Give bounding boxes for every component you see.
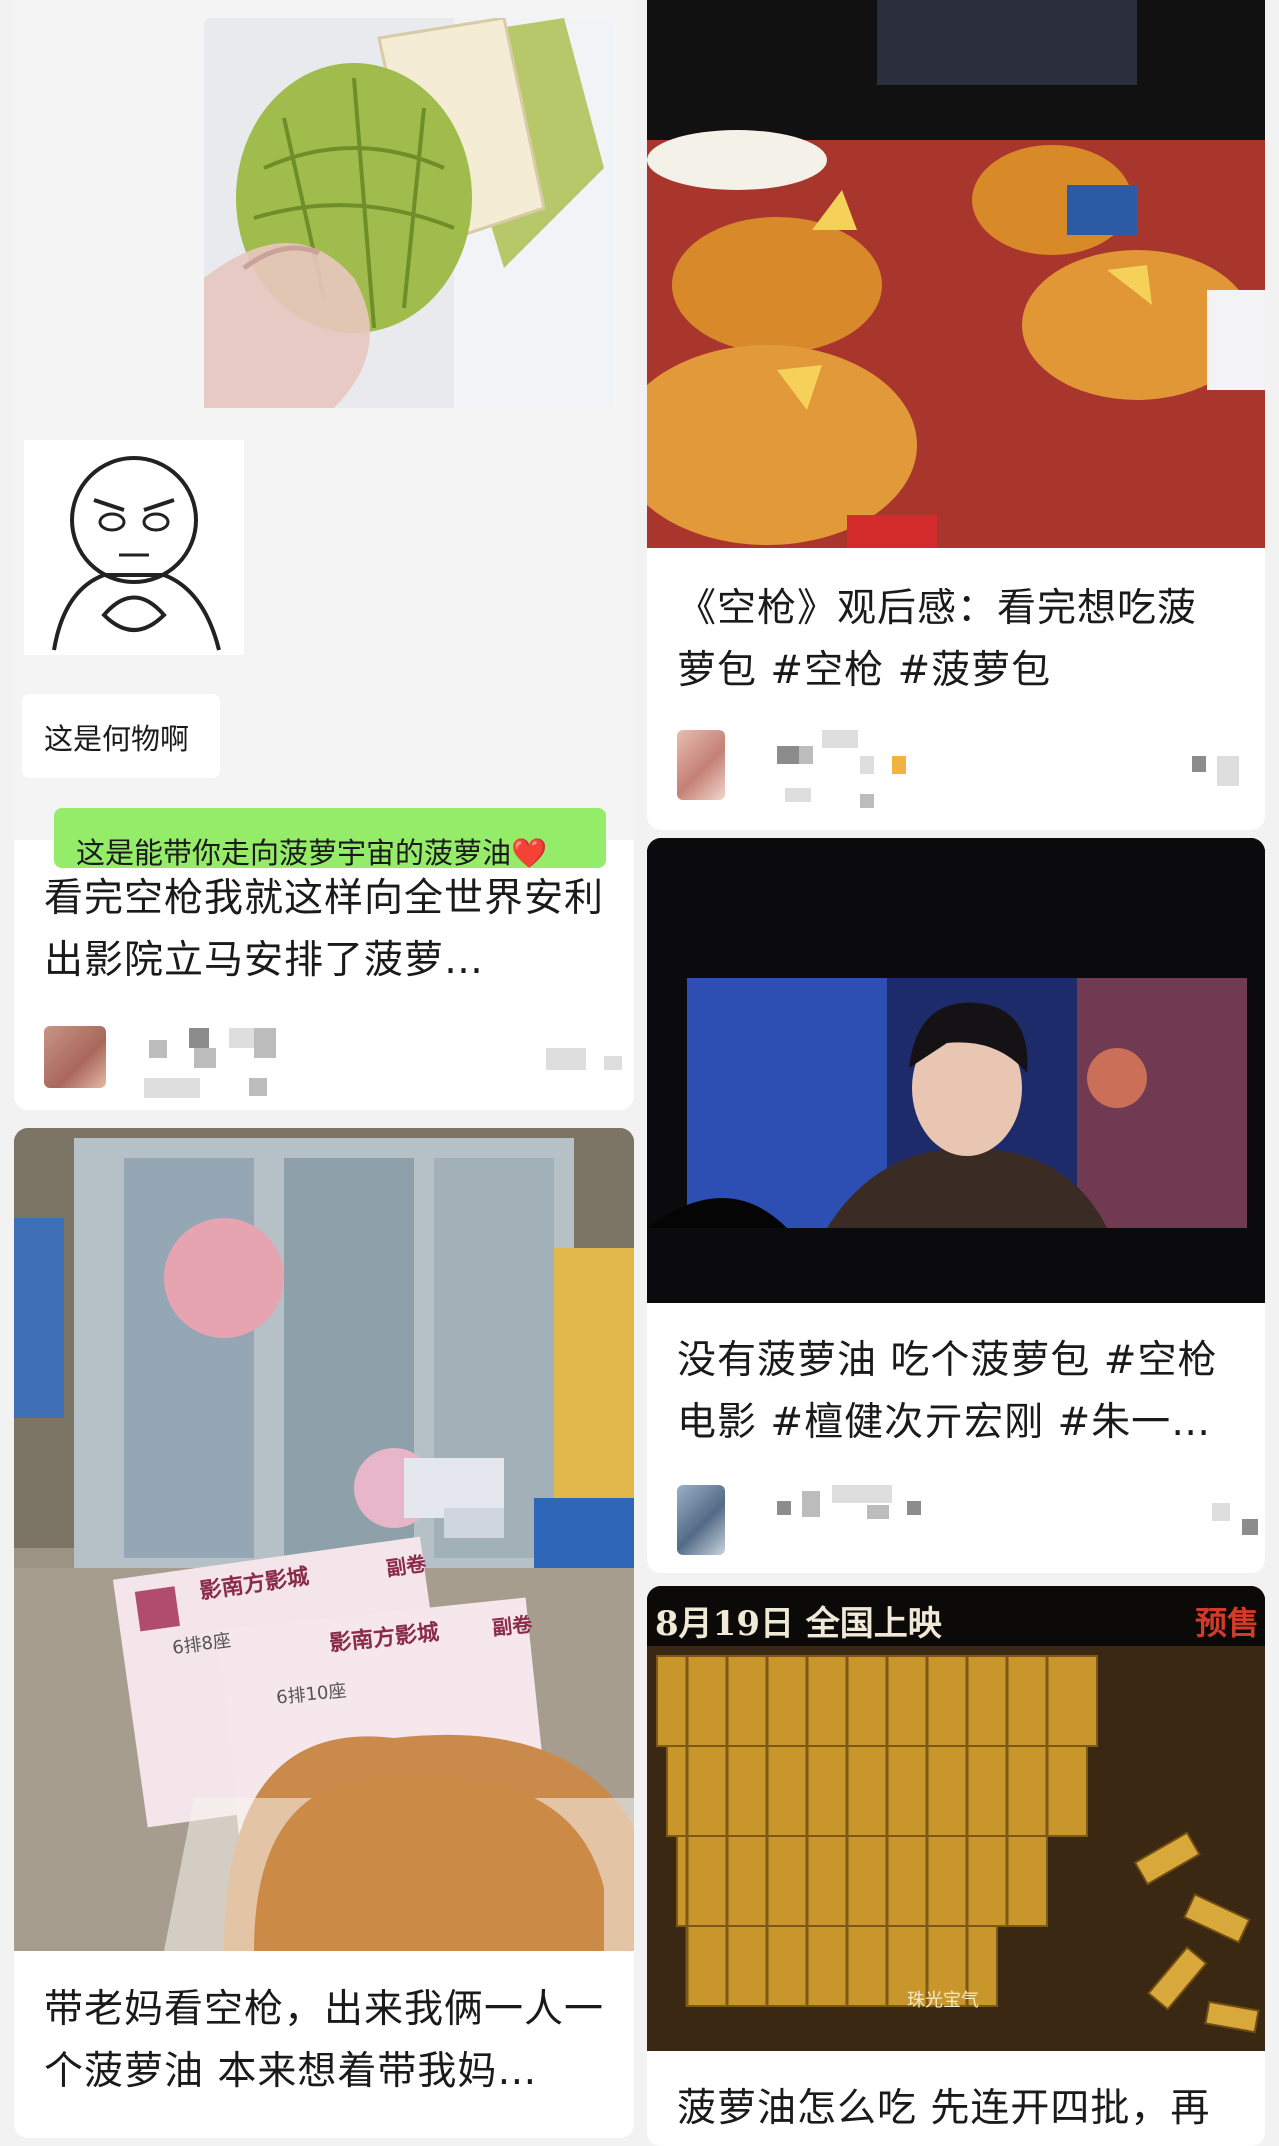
cinema-photo [14,1128,634,1951]
card-cover-image [647,838,1265,1303]
feed-card-3[interactable]: 影南方影城 副卷 6排8座 影南方影城 副卷 6排10座 带老妈看空枪，出来我俩… [14,1128,634,2138]
card-meta-blurred [677,1483,1258,1573]
card-cover-image: 影南方影城 副卷 6排8座 影南方影城 副卷 6排10座 [14,1128,634,1951]
chat-reply-text: 这是能带你走向菠萝宇宙的菠萝油❤️ [76,836,548,868]
feed-card-5[interactable]: 8月19日 全国上映 预售 珠光宝气 菠萝油怎么吃 先连开四批，再 [647,1586,1265,2146]
avatar [677,730,725,800]
card-title: 看完空枪我就这样向全世界安利 出影院立马安排了菠萝… [44,876,605,983]
ticket-stub-1: 副卷 [384,1551,428,1581]
pineapple-bun-photo [647,0,1265,548]
matcha-bun-photo [204,18,614,408]
feed-card-2[interactable]: 《空枪》观后感：看完想吃菠萝包 #空枪 #菠萝包 [647,0,1265,830]
card-title: 菠萝油怎么吃 先连开四批，再 [677,2086,1211,2131]
card-cover-image: 这是何物啊 这是能带你走向菠萝宇宙的菠萝油❤️ [14,0,634,868]
card-title: 带老妈看空枪，出来我俩一人一个菠萝油 本来想着带我妈… [44,1987,605,2094]
meme-sticker [24,440,244,655]
card-title: 没有菠萝油 吃个菠萝包 #空枪电影 #檀健次亓宏刚 #朱一… [677,1338,1218,1445]
card-cover-image [647,0,1265,548]
chat-bubble-question: 这是何物啊 [22,694,220,778]
card-meta-blurred [44,1018,622,1108]
chat-question-text: 这是何物啊 [44,722,190,756]
poster-release-date: 8月19日 全国上映 [655,1604,942,1644]
card-meta-blurred [677,728,1239,818]
avatar [677,1485,725,1555]
gold-bars-poster [647,1586,1265,2051]
card-cover-image: 8月19日 全国上映 预售 珠光宝气 [647,1586,1265,2051]
poster-presale: 预售 [1195,1604,1260,1642]
feed-card-1[interactable]: 这是何物啊 这是能带你走向菠萝宇宙的菠萝油❤️ 看完空枪我就这样向全世界安利 出… [14,0,634,1110]
poster-caption: 珠光宝气 [907,1990,979,2011]
chat-bubble-reply: 这是能带你走向菠萝宇宙的菠萝油❤️ [54,808,606,868]
movie-screen-photo [647,838,1265,1303]
avatar [44,1026,106,1088]
card-title: 《空枪》观后感：看完想吃菠萝包 #空枪 #菠萝包 [677,586,1198,693]
feed-card-4[interactable]: 没有菠萝油 吃个菠萝包 #空枪电影 #檀健次亓宏刚 #朱一… [647,838,1265,1573]
ticket-stub-2: 副卷 [491,1611,534,1641]
